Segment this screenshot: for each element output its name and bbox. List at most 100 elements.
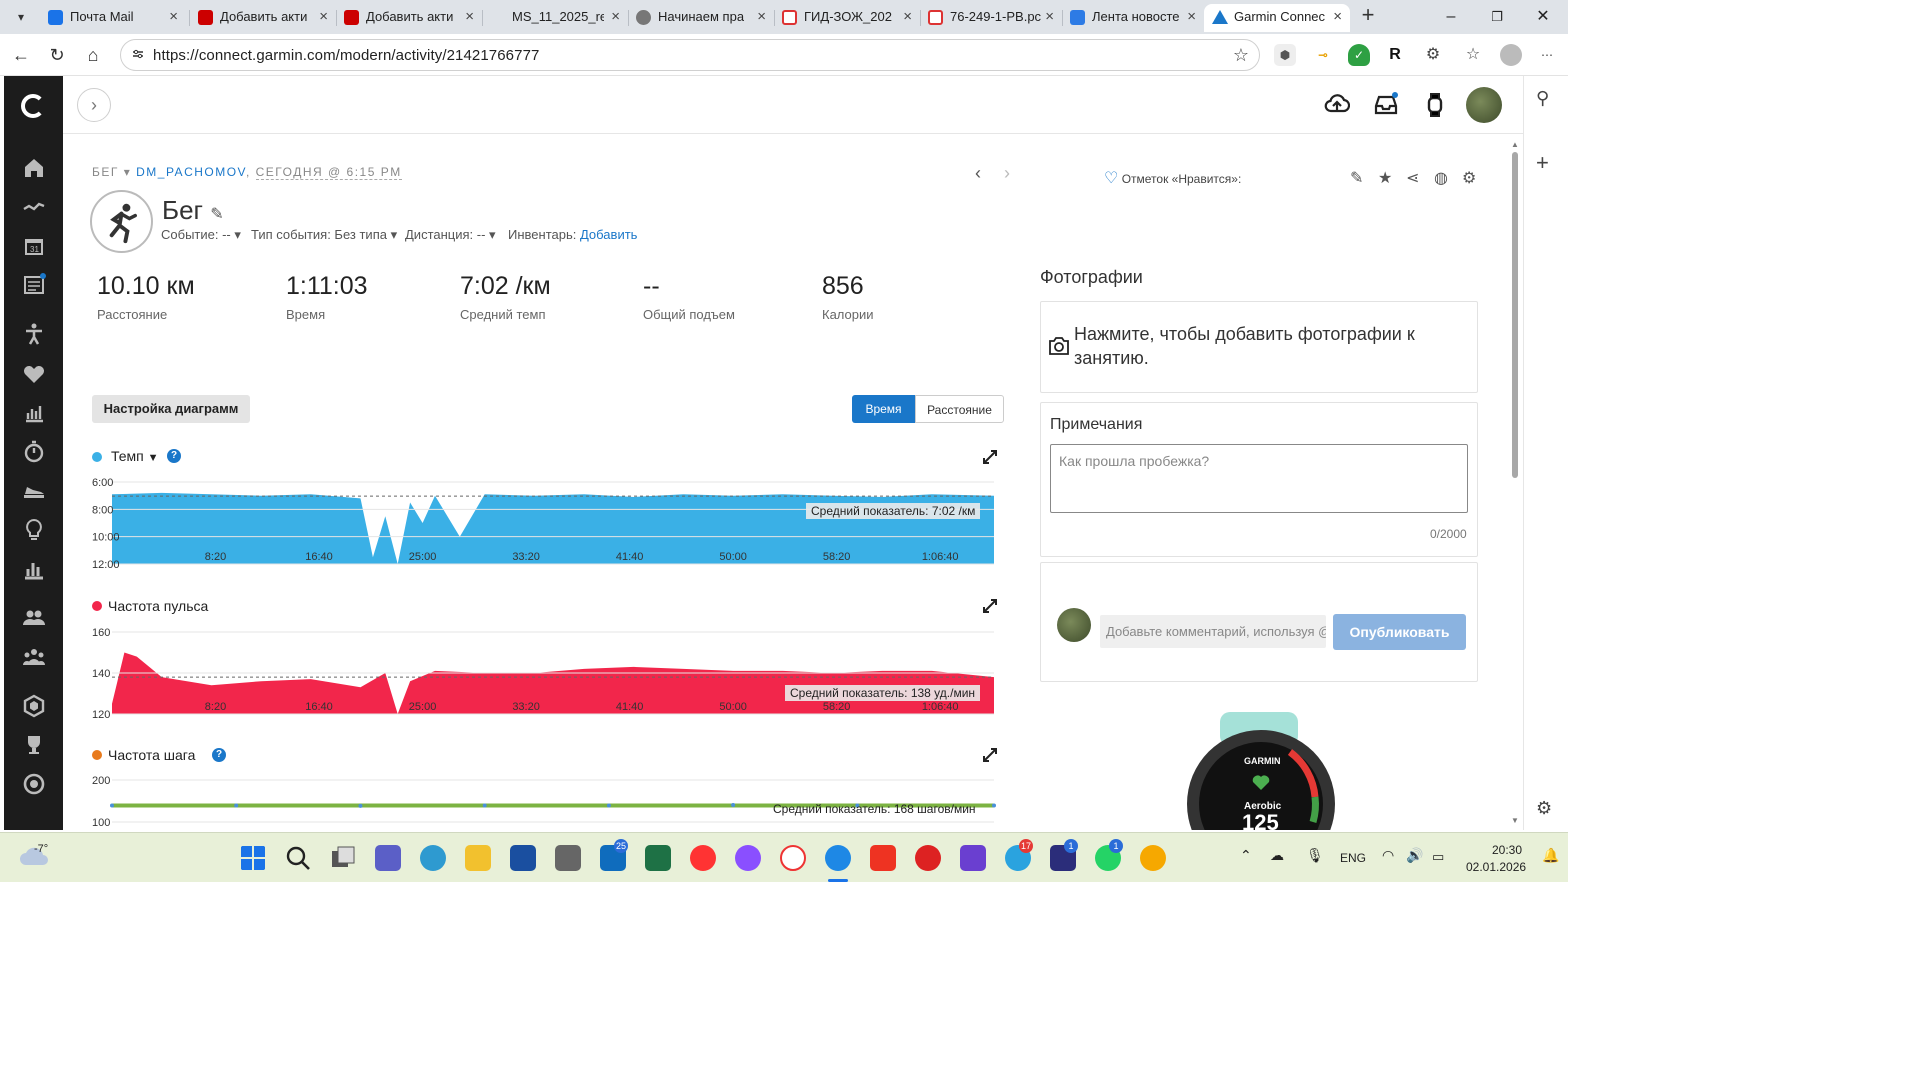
event-type-dropdown[interactable]: Тип события: Без типа ▾ (251, 227, 397, 243)
close-tab-icon[interactable]: × (1045, 4, 1054, 30)
watch-device-icon[interactable] (1422, 92, 1448, 118)
site-info-icon[interactable] (131, 47, 145, 61)
profile-icon[interactable] (1500, 44, 1522, 66)
tab-actions-menu-icon[interactable]: ▾ (8, 6, 34, 28)
badges-icon[interactable] (22, 694, 46, 718)
radio-icon[interactable] (915, 845, 941, 871)
close-tab-icon[interactable]: × (1333, 4, 1342, 30)
privacy-globe-icon[interactable]: ◍ (1434, 168, 1450, 187)
chevron-down-icon[interactable]: ▾ (124, 165, 132, 179)
wifi-icon[interactable]: ◠ (1382, 847, 1394, 864)
add-photos-prompt[interactable]: Нажмите, чтобы добавить фотографии к зан… (1074, 322, 1454, 370)
stopwatch-icon[interactable] (22, 440, 46, 464)
user-link[interactable]: DM_PACHOMOV (136, 165, 246, 179)
news-feed-icon[interactable] (22, 273, 46, 297)
groups-icon[interactable] (22, 645, 46, 669)
tab-start[interactable]: Начинаем пра × (628, 4, 774, 32)
notes-textarea[interactable]: Как прошла пробежка? (1050, 444, 1468, 513)
search-icon[interactable]: ⚲ (1536, 88, 1549, 109)
tab-pdf-guide[interactable]: ГИД-ЗОЖ_202 × (774, 4, 920, 32)
reload-icon[interactable]: ↻ (44, 42, 70, 68)
close-tab-icon[interactable]: × (319, 4, 328, 30)
yandex-icon[interactable] (690, 845, 716, 871)
alice-icon[interactable] (735, 845, 761, 871)
activity-title[interactable]: Бег ✎ (162, 195, 224, 226)
add-gear-link[interactable]: Добавить (580, 227, 637, 242)
settings-gear-icon[interactable]: ⚙ (1462, 168, 1478, 187)
m365-icon[interactable] (555, 845, 581, 871)
yandex-browser-icon[interactable] (780, 845, 806, 871)
inbox-icon[interactable] (1373, 92, 1399, 118)
input-language[interactable]: ENG (1340, 851, 1366, 865)
pace-chart-title[interactable]: Темп ▼ (111, 448, 159, 464)
chart-settings-button[interactable]: Настройка диаграмм (92, 395, 250, 423)
excel-icon[interactable] (645, 845, 671, 871)
insights-bulb-icon[interactable] (22, 518, 46, 542)
show-hidden-icons-icon[interactable]: ⌃ (1240, 847, 1252, 864)
minimize-window-icon[interactable]: – (1440, 6, 1462, 28)
extension-r-icon[interactable]: R (1384, 44, 1406, 66)
close-tab-icon[interactable]: × (903, 4, 912, 30)
user-avatar[interactable] (1466, 87, 1502, 123)
previous-activity-icon[interactable]: ‹ (975, 163, 981, 184)
event-dropdown[interactable]: Событие: -- ▾ (161, 227, 241, 243)
next-activity-icon[interactable]: › (1004, 163, 1010, 184)
extension-adguard-icon[interactable]: ✓ (1348, 44, 1370, 66)
close-tab-icon[interactable]: × (169, 4, 178, 30)
extensions-puzzle-icon[interactable]: ⚙ (1422, 44, 1444, 66)
fullscreen-expand-icon[interactable] (983, 748, 997, 762)
home-icon[interactable]: ⌂ (80, 42, 106, 68)
battery-icon[interactable]: ▭ (1432, 849, 1444, 865)
x-axis-time-toggle[interactable]: Время (852, 395, 915, 423)
teams-icon[interactable] (375, 845, 401, 871)
extension-shield-icon[interactable]: ⬢ (1274, 44, 1296, 66)
page-scrollbar[interactable]: ▲ ▼ (1508, 140, 1522, 830)
distance-dropdown[interactable]: Дистанция: -- ▾ (405, 227, 496, 243)
devices-icon[interactable] (22, 772, 46, 796)
volume-icon[interactable]: 🔊 (1406, 847, 1423, 864)
close-tab-icon[interactable]: × (611, 4, 620, 30)
fullscreen-expand-icon[interactable] (983, 599, 997, 613)
clock-time[interactable]: 20:30 (1492, 843, 1522, 857)
file-explorer-icon[interactable] (465, 845, 491, 871)
maximize-window-icon[interactable]: ❐ (1486, 6, 1508, 28)
chevron-down-icon[interactable]: ▼ (148, 452, 159, 464)
settings-gear-icon[interactable]: ⚙ (1536, 798, 1552, 819)
task-view-icon[interactable] (330, 845, 356, 871)
widget-icon[interactable] (420, 845, 446, 871)
address-bar[interactable]: https://connect.garmin.com/modern/activi… (120, 39, 1260, 71)
x-axis-distance-toggle[interactable]: Расстояние (915, 395, 1004, 423)
performance-icon[interactable] (22, 557, 46, 581)
reports-icon[interactable] (22, 401, 46, 425)
help-icon[interactable]: ? (167, 449, 181, 463)
close-window-icon[interactable]: ✕ (1532, 6, 1554, 28)
help-icon[interactable]: ? (212, 748, 226, 762)
l-app-icon[interactable] (870, 845, 896, 871)
home-icon[interactable] (22, 156, 46, 180)
close-tab-icon[interactable]: × (1187, 4, 1196, 30)
onedrive-offline-icon[interactable]: ☁ (1270, 847, 1284, 864)
likes-row[interactable]: ♡ Отметок «Нравится»: (1104, 168, 1241, 188)
star-favorite-icon[interactable]: ★ (1378, 168, 1394, 187)
challenges-trophy-icon[interactable] (22, 733, 46, 757)
back-icon[interactable]: ← (8, 42, 34, 68)
scrollbar-thumb[interactable] (1512, 152, 1518, 478)
close-tab-icon[interactable]: × (465, 4, 474, 30)
extension-key-icon[interactable]: ⊸ (1312, 44, 1334, 66)
upload-cloud-icon[interactable] (1324, 92, 1350, 118)
garmin-connect-logo-icon[interactable] (21, 94, 45, 118)
browser-menu-icon[interactable]: ⋯ (1536, 44, 1558, 66)
edit-pencil-icon[interactable]: ✎ (1350, 168, 1366, 187)
clock-date[interactable]: 02.01.2026 (1466, 860, 1526, 874)
close-tab-icon[interactable]: × (757, 4, 766, 30)
gear-shoe-icon[interactable] (22, 479, 46, 503)
calendar-icon[interactable]: 31 (22, 234, 46, 258)
heart-like-icon[interactable]: ♡ (1104, 170, 1118, 187)
activity-type-label[interactable]: БЕГ (92, 165, 119, 179)
tab-add-activity-2[interactable]: Добавить акти × (336, 4, 482, 32)
music-player-icon[interactable] (1140, 845, 1166, 871)
top-app-icon[interactable] (960, 845, 986, 871)
training-icon[interactable] (22, 322, 46, 346)
tab-pdf-article[interactable]: 76-249-1-PB.pc × (920, 4, 1062, 32)
publish-comment-button[interactable]: Опубликовать (1333, 614, 1466, 650)
